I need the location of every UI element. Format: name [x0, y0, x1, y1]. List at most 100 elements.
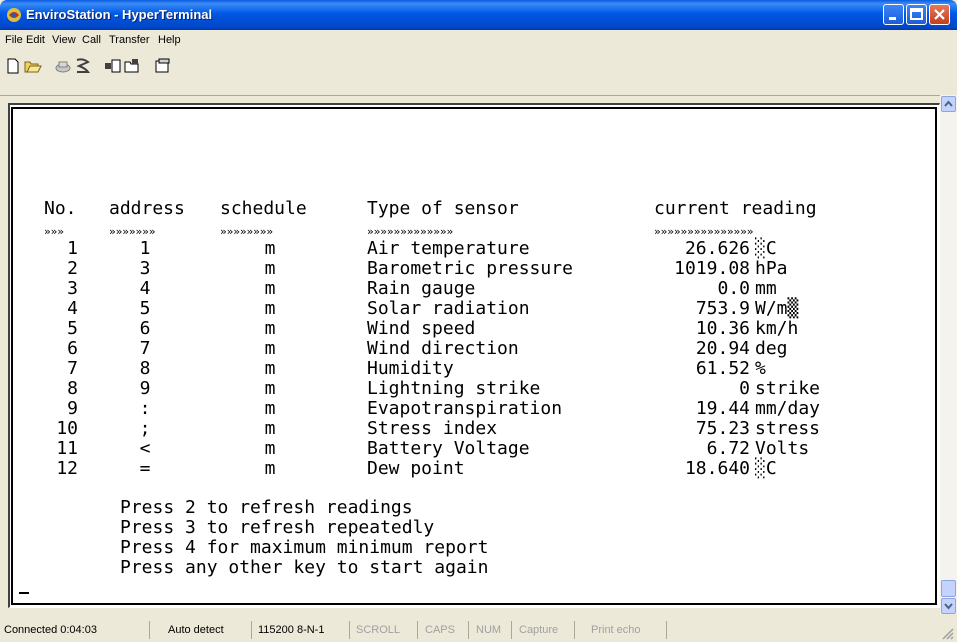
- menu-call[interactable]: Call: [82, 34, 101, 46]
- row-value: 19.44: [695, 398, 750, 419]
- row-unit: %: [755, 358, 766, 379]
- status-scroll: SCROLL: [352, 621, 418, 639]
- toolbar: [0, 50, 957, 96]
- row-schedule: m: [264, 298, 276, 319]
- row-unit: stress: [755, 418, 821, 439]
- row-schedule: m: [264, 418, 276, 439]
- scroll-up-button[interactable]: [941, 96, 956, 112]
- row-value: 753.9: [695, 298, 750, 319]
- row-no: 9: [67, 398, 78, 419]
- row-no: 12: [56, 458, 78, 479]
- prompt-line: Press any other key to start again: [120, 557, 489, 578]
- row-schedule: m: [264, 258, 276, 279]
- prompt-line: Press 2 to refresh readings: [120, 497, 413, 518]
- row-unit: Volts: [755, 438, 810, 459]
- status-connected: Connected 0:04:03: [0, 621, 150, 639]
- row-address: 8: [139, 358, 151, 379]
- menu-transfer[interactable]: Transfer: [109, 34, 150, 46]
- open-icon[interactable]: [24, 58, 42, 74]
- row-no: 11: [56, 438, 78, 459]
- row-schedule: m: [264, 358, 276, 379]
- menu-edit[interactable]: Edit: [26, 34, 45, 46]
- vertical-scrollbar[interactable]: [940, 95, 957, 614]
- menu-help[interactable]: Help: [158, 34, 181, 46]
- row-no: 10: [56, 418, 78, 439]
- scroll-down-button[interactable]: [941, 598, 956, 614]
- receive-icon[interactable]: [124, 58, 142, 74]
- header-reading: current reading: [654, 198, 817, 219]
- title-bar[interactable]: EnviroStation - HyperTerminal: [0, 0, 957, 30]
- row-no: 2: [67, 258, 78, 279]
- row-schedule: m: [264, 318, 276, 339]
- scrollbar-thumb[interactable]: [941, 580, 956, 597]
- disconnect-icon[interactable]: [54, 58, 72, 74]
- row-schedule: m: [264, 458, 276, 479]
- row-address: <: [139, 438, 151, 459]
- chevron-up-icon: [944, 100, 953, 107]
- header-schedule: schedule: [220, 198, 307, 219]
- row-no: 4: [67, 298, 78, 319]
- row-address: 5: [139, 298, 151, 319]
- status-bar: Connected 0:04:03 Auto detect 115200 8-N…: [0, 614, 957, 642]
- row-value: 10.36: [695, 318, 750, 339]
- row-schedule: m: [264, 378, 276, 399]
- text-cursor: [19, 592, 29, 594]
- row-type: Barometric pressure: [367, 258, 573, 279]
- row-type: Battery Voltage: [367, 438, 530, 459]
- row-address: 1: [139, 238, 151, 259]
- row-address: =: [139, 458, 151, 479]
- new-connection-icon[interactable]: [4, 58, 22, 74]
- row-no: 6: [67, 338, 78, 359]
- status-num: NUM: [472, 621, 512, 639]
- dial-icon[interactable]: [74, 58, 92, 74]
- row-address: ;: [139, 418, 151, 439]
- header-no: No.: [44, 198, 77, 219]
- row-no: 7: [67, 358, 78, 379]
- row-type: Wind direction: [367, 338, 519, 359]
- row-value: 0.0: [717, 278, 750, 299]
- row-schedule: m: [264, 398, 276, 419]
- hyperterminal-app-icon: [7, 8, 21, 22]
- status-print-echo: Print echo: [587, 621, 667, 639]
- row-unit: ░C: [755, 238, 777, 259]
- status-detect: Auto detect: [164, 621, 252, 639]
- row-value: 0: [739, 378, 750, 399]
- maximize-button[interactable]: [906, 4, 927, 25]
- row-type: Evapotranspiration: [367, 398, 563, 419]
- row-unit: mm/day: [755, 398, 821, 419]
- row-value: 61.52: [695, 358, 750, 379]
- row-type: Air temperature: [367, 238, 530, 259]
- row-value: 26.626: [684, 238, 750, 259]
- status-caps: CAPS: [421, 621, 469, 639]
- close-button[interactable]: [929, 4, 950, 25]
- resize-grip-icon[interactable]: [940, 626, 954, 640]
- row-unit: ░C: [755, 458, 777, 479]
- row-type: Humidity: [367, 358, 454, 379]
- minimize-icon: [889, 17, 896, 20]
- send-icon[interactable]: [104, 58, 122, 74]
- window-title: EnviroStation - HyperTerminal: [26, 7, 213, 22]
- menu-bar: File Edit View Call Transfer Help: [0, 30, 957, 50]
- row-unit: mm: [755, 278, 777, 299]
- close-icon: [934, 9, 945, 20]
- row-schedule: m: [264, 438, 276, 459]
- row-no: 5: [67, 318, 78, 339]
- menu-file[interactable]: File: [5, 34, 23, 46]
- row-type: Lightning strike: [367, 378, 541, 399]
- row-address: 6: [139, 318, 151, 339]
- menu-view[interactable]: View: [52, 34, 76, 46]
- row-unit: deg: [755, 338, 788, 359]
- status-port: 115200 8-N-1: [254, 621, 350, 639]
- row-value: 75.23: [695, 418, 750, 439]
- row-type: Wind speed: [367, 318, 476, 339]
- row-schedule: m: [264, 238, 276, 259]
- header-type: Type of sensor: [367, 198, 519, 219]
- row-address: 4: [139, 278, 151, 299]
- row-type: Solar radiation: [367, 298, 530, 319]
- row-schedule: m: [264, 338, 276, 359]
- minimize-button[interactable]: [883, 4, 904, 25]
- header-address: address: [109, 198, 185, 219]
- properties-icon[interactable]: [154, 58, 172, 74]
- row-type: Stress index: [367, 418, 498, 439]
- row-type: Dew point: [367, 458, 465, 479]
